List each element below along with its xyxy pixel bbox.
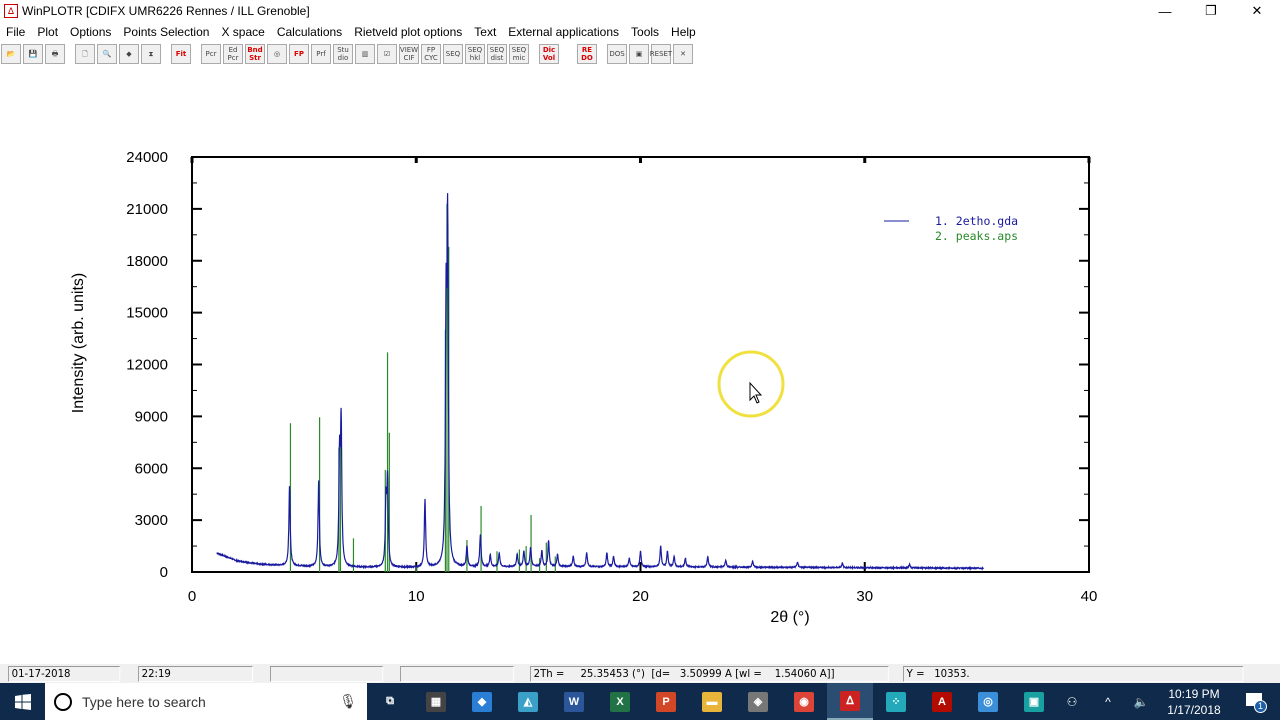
mouse-pointer-icon <box>749 381 763 404</box>
taskbar-app-acrobat[interactable]: A <box>919 683 965 720</box>
diffraction-plot: 0 3000 6000 9000 12000 15000 18000 21000 24000 0 1… <box>70 149 1098 626</box>
y-tick-label: 15000 <box>126 305 168 322</box>
legend-entry-observed: 1. 2etho.gda <box>935 214 1018 228</box>
x-tick-label: 0 <box>188 588 196 605</box>
action-center-button[interactable]: 1 <box>1232 683 1280 720</box>
chrome-icon: ◉ <box>794 691 814 712</box>
status-cursor-coords: 2Th = 25.35453 (°) [d= 3.50999 A [wl = 1… <box>530 666 889 682</box>
show-hidden-icons-chevron-icon[interactable]: ^ <box>1090 695 1126 709</box>
taskbar-app-task-view[interactable]: ⧉ <box>367 683 413 720</box>
taskbar-app-app-teal[interactable]: ◭ <box>505 683 551 720</box>
status-y-value: Y = 10353. <box>903 666 1244 682</box>
x-tick-label: 30 <box>856 588 873 605</box>
task-view-icon: ⧉ <box>386 695 394 707</box>
app-blue-icon: ◆ <box>472 691 492 712</box>
taskbar-app-word[interactable]: W <box>551 683 597 720</box>
y-tick-label: 24000 <box>126 149 168 166</box>
system-tray: ⚇ ^ 🔈 10:19 PM 1/17/2018 1 <box>1054 683 1280 720</box>
y-axis-label: Intensity (arb. units) <box>70 273 87 414</box>
clock-time: 10:19 PM <box>1168 686 1220 701</box>
excel-icon: X <box>610 691 630 712</box>
taskbar-app-app-dots[interactable]: ⁘ <box>873 683 919 720</box>
app-dots-icon: ⁘ <box>886 691 906 712</box>
search-placeholder: Type here to search <box>82 693 206 710</box>
y-tick-label: 0 <box>160 564 168 581</box>
search-box[interactable]: Type here to search 🎙 <box>45 683 367 720</box>
taskbar-app-app-cube[interactable]: ▣ <box>1011 683 1057 720</box>
observed-pattern-line <box>216 193 984 571</box>
volume-icon[interactable]: 🔈 <box>1126 695 1156 709</box>
cortana-circle-icon <box>54 692 72 711</box>
taskbar-app-winplotr[interactable]: ᐃ <box>827 683 873 720</box>
start-button[interactable] <box>0 683 45 720</box>
file-explorer-icon: ▬ <box>702 691 722 712</box>
acrobat-icon: A <box>932 691 952 712</box>
y-tick-label: 9000 <box>135 408 168 425</box>
clock-date: 1/17/2018 <box>1167 702 1221 717</box>
x-axis-label: 2θ (°) <box>770 609 809 626</box>
y-tick-label: 6000 <box>135 460 168 477</box>
x-tick-label: 10 <box>408 588 425 605</box>
calculator-icon: ▦ <box>426 691 446 712</box>
app-cube-icon: ▣ <box>1024 691 1044 712</box>
vmware-icon: ◈ <box>748 691 768 712</box>
people-icon[interactable]: ⚇ <box>1054 695 1090 709</box>
status-time: 22:19 <box>138 666 253 682</box>
taskbar-app-app-circle[interactable]: ◎ <box>965 683 1011 720</box>
windows-logo-icon <box>14 693 31 710</box>
app-teal-icon: ◭ <box>518 691 538 712</box>
taskbar-app-excel[interactable]: X <box>597 683 643 720</box>
status-field-3 <box>270 666 384 682</box>
taskbar-app-calculator[interactable]: ▦ <box>413 683 459 720</box>
powerpoint-icon: P <box>656 691 676 712</box>
microphone-icon[interactable]: 🎙 <box>339 693 357 710</box>
y-tick-label: 18000 <box>126 253 168 270</box>
word-icon: W <box>564 691 584 712</box>
taskbar-app-app-blue[interactable]: ◆ <box>459 683 505 720</box>
winplotr-icon: ᐃ <box>840 690 860 711</box>
taskbar-app-file-explorer[interactable]: ▬ <box>689 683 735 720</box>
y-tick-label: 3000 <box>135 512 168 529</box>
taskbar-app-powerpoint[interactable]: P <box>643 683 689 720</box>
taskbar-app-vmware[interactable]: ◈ <box>735 683 781 720</box>
x-tick-label: 20 <box>632 588 649 605</box>
y-tick-label: 21000 <box>126 201 168 218</box>
notification-count-badge: 1 <box>1254 700 1267 713</box>
status-date: 01-17-2018 <box>8 666 121 682</box>
x-tick-label: 40 <box>1081 588 1098 605</box>
clock[interactable]: 10:19 PM 1/17/2018 <box>1156 686 1232 718</box>
legend-entry-calculated: 2. peaks.aps <box>935 229 1018 243</box>
taskbar: Type here to search 🎙 ⧉ ▦ ◆ ◭ W X P ▬ ◈ ◉ ᐃ ⁘ A ◎ ▣ ⚇ … <box>0 683 1280 720</box>
app-circle-icon: ◎ <box>978 691 998 712</box>
y-tick-label: 12000 <box>126 357 168 374</box>
status-bar: 01-17-2018 22:19 2Th = 25.35453 (°) [d= … <box>0 664 1280 683</box>
status-field-4 <box>400 666 515 682</box>
taskbar-app-chrome[interactable]: ◉ <box>781 683 827 720</box>
